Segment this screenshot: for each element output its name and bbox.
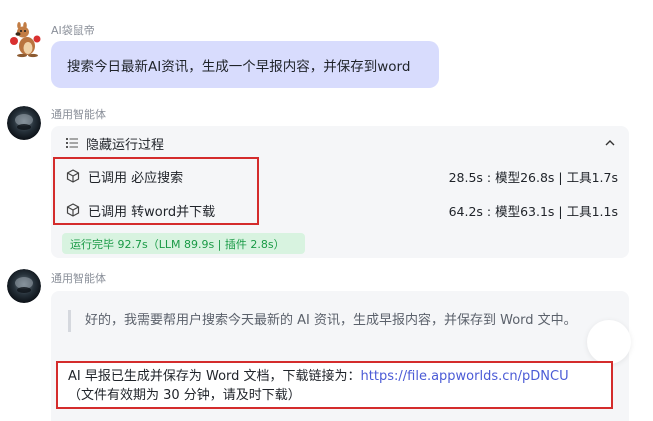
agent-name: 通用智能体	[51, 272, 106, 285]
agent-avatar-icon	[7, 269, 41, 303]
highlight-box-tool-calls	[53, 157, 259, 225]
agent-avatar	[7, 269, 41, 303]
agent-name: 通用智能体	[51, 108, 106, 121]
chevron-up-icon[interactable]	[604, 137, 616, 149]
user-message-text: 搜索今日最新AI资讯，生成一个早报内容，并保存到word	[67, 58, 411, 75]
chat-view: AI袋鼠帝 搜索今日最新AI资讯，生成一个早报内容，并保存到word 通用智能体	[0, 0, 653, 421]
kangaroo-avatar-icon	[10, 22, 41, 58]
user-avatar	[8, 22, 42, 58]
agent-thought-text: 好的，我需要帮用户搜索今天最新的 AI 资讯，生成早报内容，并保存到 Word …	[85, 313, 577, 328]
completion-badge-text: 运行完毕 92.7s（LLM 89.9s | 插件 2.8s）	[70, 237, 285, 251]
scroll-button[interactable]	[587, 320, 631, 364]
process-toggle-label: 隐藏运行过程	[86, 137, 165, 153]
user-message-bubble: 搜索今日最新AI资讯，生成一个早报内容，并保存到word	[51, 41, 439, 88]
completion-badge: 运行完毕 92.7s（LLM 89.9s | 插件 2.8s）	[62, 233, 305, 254]
download-link[interactable]: https://file.appworlds.cn/pDNCU	[361, 369, 569, 384]
result-note: （文件有效期为 30 分钟，请及时下载）	[68, 388, 301, 403]
result-highlight-box: AI 早报已生成并保存为 Word 文档，下载链接为：https://file.…	[56, 361, 613, 409]
tool-call-stats: 64.2s : 模型63.1s | 工具1.1s	[448, 203, 618, 219]
result-prefix: AI 早报已生成并保存为 Word 文档，下载链接为：	[68, 369, 361, 384]
tool-call-stats: 28.5s : 模型26.8s | 工具1.7s	[448, 169, 618, 185]
agent-avatar-icon	[7, 106, 41, 140]
result-line: AI 早报已生成并保存为 Word 文档，下载链接为：https://file.…	[68, 367, 601, 386]
agent-avatar	[7, 106, 41, 140]
process-toggle[interactable]: 隐藏运行过程	[66, 133, 616, 153]
list-icon	[66, 138, 78, 148]
agent-thought: 好的，我需要帮用户搜索今天最新的 AI 资讯，生成早报内容，并保存到 Word …	[68, 310, 588, 332]
user-name: AI袋鼠帝	[51, 24, 95, 37]
